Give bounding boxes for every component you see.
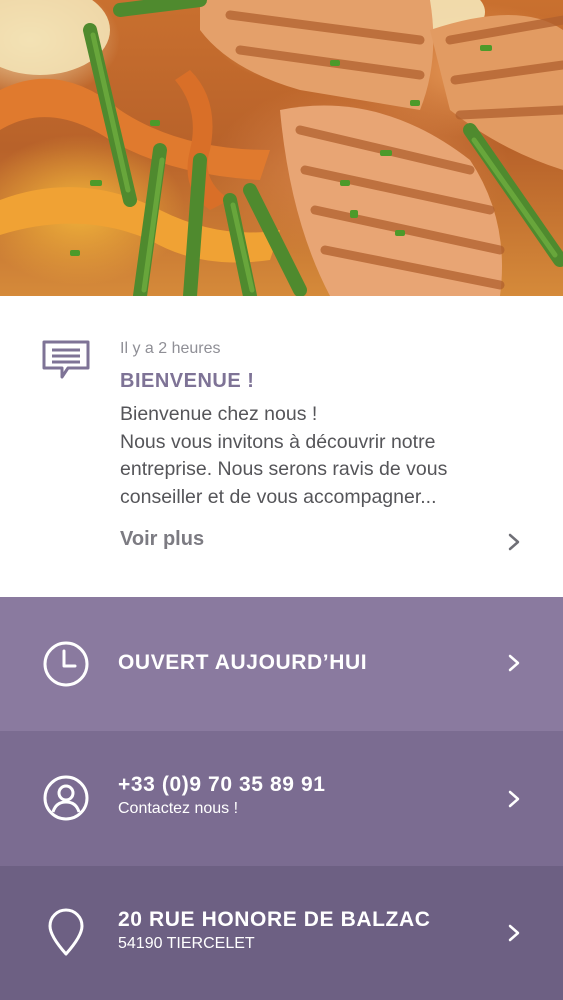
address-city: 54190 TIERCELET [118,935,255,952]
chat-message-icon [42,340,90,379]
chevron-right-icon[interactable] [506,923,522,943]
message-timestamp: Il y a 2 heures [120,340,221,357]
message-title: BIENVENUE ! [120,370,255,392]
opening-hours-row[interactable]: OUVERT AUJOURD’HUI [0,597,563,731]
food-illustration [0,0,563,296]
message-line: Nous vous invitons à découvrir notre [120,430,436,453]
message-line: conseiller et de vous accompagner... [120,485,437,508]
message-line: Bienvenue chez nous ! [120,403,318,425]
message-body: Bienvenue chez nous ! Nous vous invitons… [120,401,520,511]
hero-image [0,0,563,296]
address-row[interactable]: 20 RUE HONORE DE BALZAC 54190 TIERCELET [0,866,563,1000]
location-pin-icon [48,908,84,956]
address-street: 20 RUE HONORE DE BALZAC [118,908,431,931]
chevron-right-icon[interactable] [506,789,522,809]
chevron-right-icon[interactable] [506,532,522,552]
opening-hours-label: OUVERT AUJOURD’HUI [118,651,368,674]
clock-icon [43,641,89,687]
message-line: entreprise. Nous serons ravis de vous [120,458,448,480]
phone-subtitle: Contactez nous ! [118,800,239,817]
user-contact-icon [43,775,89,821]
see-more-link[interactable]: Voir plus [120,528,204,551]
chevron-right-icon[interactable] [506,653,522,673]
phone-row[interactable]: +33 (0)9 70 35 89 91 Contactez nous ! [0,731,563,866]
phone-number: +33 (0)9 70 35 89 91 [118,773,326,796]
